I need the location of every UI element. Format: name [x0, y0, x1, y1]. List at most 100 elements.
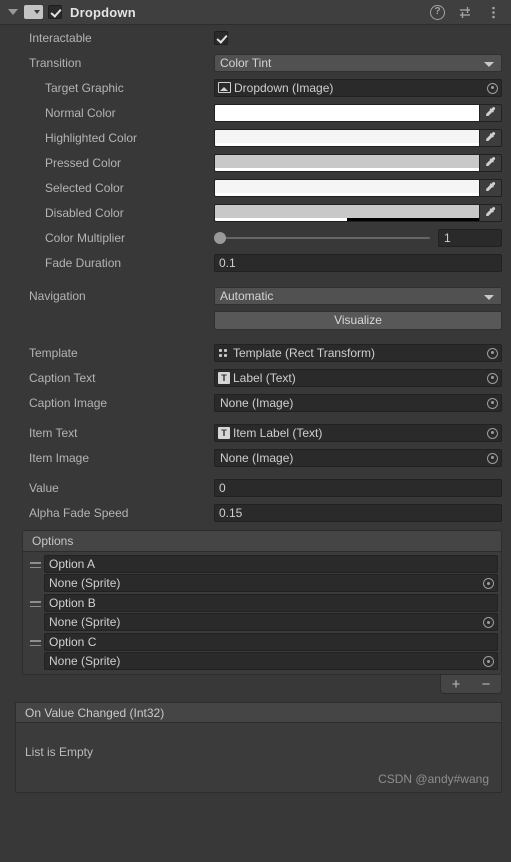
- kebab-menu-icon[interactable]: [486, 5, 501, 20]
- item-image-value: None (Image): [220, 450, 294, 465]
- caption-text-field: T Label (Text): [214, 368, 502, 387]
- object-picker-icon[interactable]: [481, 576, 496, 591]
- drag-handle-icon[interactable]: [26, 633, 44, 646]
- option-text-input[interactable]: Option B: [44, 594, 498, 612]
- eyedropper-icon[interactable]: [479, 129, 501, 146]
- alpha-fade-speed-label: Alpha Fade Speed: [29, 505, 129, 520]
- row-alpha-fade-speed: Alpha Fade Speed 0.15: [0, 500, 511, 525]
- transition-dropdown[interactable]: Color Tint: [214, 53, 502, 72]
- pressed-color-swatch[interactable]: [214, 153, 502, 172]
- highlighted-color-label: Highlighted Color: [45, 130, 138, 145]
- selected-color-swatch[interactable]: [214, 178, 502, 197]
- slider-track: [220, 236, 430, 239]
- selected-color-alpha: [215, 192, 479, 196]
- object-picker-icon[interactable]: [485, 426, 500, 441]
- transition-value: Color Tint: [220, 55, 272, 70]
- color-multiplier-slider[interactable]: [214, 229, 432, 247]
- item-text-value: Item Label (Text): [233, 425, 323, 440]
- target-graphic-object-field[interactable]: Dropdown (Image): [214, 78, 502, 97]
- alpha-fade-speed-input[interactable]: 0.15: [214, 503, 502, 522]
- eyedropper-icon[interactable]: [479, 154, 501, 171]
- object-picker-icon[interactable]: [481, 615, 496, 630]
- caption-image-object-field[interactable]: None (Image): [214, 393, 502, 412]
- row-interactable: Interactable: [0, 25, 511, 50]
- value-input[interactable]: 0: [214, 478, 502, 497]
- navigation-value: Automatic: [220, 288, 274, 303]
- object-picker-icon[interactable]: [485, 346, 500, 361]
- item-text-field: T Item Label (Text): [214, 423, 502, 442]
- component-enabled-checkbox[interactable]: [48, 5, 62, 19]
- object-picker-icon[interactable]: [485, 451, 500, 466]
- fade-duration-input[interactable]: 0.1: [214, 253, 502, 272]
- help-icon[interactable]: ?: [430, 4, 445, 20]
- interactable-checkbox[interactable]: [214, 30, 228, 45]
- color-multiplier-input[interactable]: 1: [438, 228, 502, 247]
- item-image-object-field[interactable]: None (Image): [214, 448, 502, 467]
- list-item[interactable]: Option C None (Sprite): [26, 632, 498, 671]
- caption-image-field: None (Image): [214, 393, 502, 412]
- row-pressed-color: Pressed Color: [0, 150, 511, 175]
- template-object-field[interactable]: Template (Rect Transform): [214, 343, 502, 362]
- caption-text-value: Label (Text): [233, 370, 296, 385]
- navigation-dropdown[interactable]: Automatic: [214, 286, 502, 305]
- on-value-changed-header: On Value Changed (Int32): [15, 702, 502, 723]
- target-graphic-value: Dropdown (Image): [234, 80, 334, 95]
- row-selected-color: Selected Color: [0, 175, 511, 200]
- text-icon: T: [218, 427, 230, 439]
- page-title: Dropdown: [70, 4, 136, 20]
- row-value: Value 0: [0, 475, 511, 500]
- add-option-button[interactable]: +: [445, 675, 467, 693]
- highlighted-color-alpha: [215, 142, 479, 146]
- option-sprite-field[interactable]: None (Sprite): [44, 652, 498, 670]
- normal-color-field: [214, 103, 502, 122]
- option-sprite-field[interactable]: None (Sprite): [44, 613, 498, 631]
- option-sprite-value: None (Sprite): [49, 576, 121, 590]
- object-picker-icon[interactable]: [481, 654, 496, 669]
- disabled-color-field: [214, 203, 502, 222]
- disabled-color-alpha: [215, 217, 479, 221]
- item-image-label: Item Image: [29, 450, 90, 465]
- options-list-footer: + −: [22, 675, 502, 694]
- row-highlighted-color: Highlighted Color: [0, 125, 511, 150]
- option-text-input[interactable]: Option A: [44, 555, 498, 573]
- object-picker-icon[interactable]: [485, 81, 500, 96]
- watermark: CSDN @andy#wang: [378, 772, 489, 786]
- option-sprite-field[interactable]: None (Sprite): [44, 574, 498, 592]
- image-icon: [218, 82, 231, 93]
- list-item[interactable]: Option B None (Sprite): [26, 593, 498, 632]
- pressed-color-fill: [215, 154, 479, 168]
- disabled-color-swatch[interactable]: [214, 203, 502, 222]
- chevron-down-icon: [484, 61, 494, 67]
- remove-option-button[interactable]: −: [475, 675, 497, 693]
- normal-color-label: Normal Color: [45, 105, 116, 120]
- highlighted-color-swatch[interactable]: [214, 128, 502, 147]
- caption-text-object-field[interactable]: T Label (Text): [214, 368, 502, 387]
- component-header[interactable]: Dropdown ?: [0, 0, 511, 25]
- caption-image-label: Caption Image: [29, 395, 108, 410]
- object-picker-icon[interactable]: [485, 396, 500, 411]
- list-empty-text: List is Empty: [25, 745, 94, 759]
- object-picker-icon[interactable]: [485, 371, 500, 386]
- preset-icon[interactable]: [458, 5, 473, 20]
- item-text-object-field[interactable]: T Item Label (Text): [214, 423, 502, 442]
- option-text-input[interactable]: Option C: [44, 633, 498, 651]
- target-graphic-field: Dropdown (Image): [214, 78, 502, 97]
- visualize-button[interactable]: Visualize: [214, 310, 502, 330]
- fade-duration-field: 0.1: [214, 253, 502, 272]
- slider-knob[interactable]: [214, 231, 226, 244]
- triangle-down-icon[interactable]: [6, 6, 19, 19]
- drag-handle-icon[interactable]: [26, 555, 44, 568]
- text-icon: T: [218, 372, 230, 384]
- eyedropper-icon[interactable]: [479, 179, 501, 196]
- value-label: Value: [29, 480, 59, 495]
- list-item[interactable]: Option A None (Sprite): [26, 554, 498, 593]
- drag-handle-icon[interactable]: [26, 594, 44, 607]
- rect-transform-icon: [218, 346, 231, 359]
- chevron-down-icon: [484, 294, 494, 300]
- normal-color-swatch[interactable]: [214, 103, 502, 122]
- pressed-color-label: Pressed Color: [45, 155, 122, 170]
- eyedropper-icon[interactable]: [479, 204, 501, 221]
- eyedropper-icon[interactable]: [479, 104, 501, 121]
- interactable-label: Interactable: [29, 30, 92, 45]
